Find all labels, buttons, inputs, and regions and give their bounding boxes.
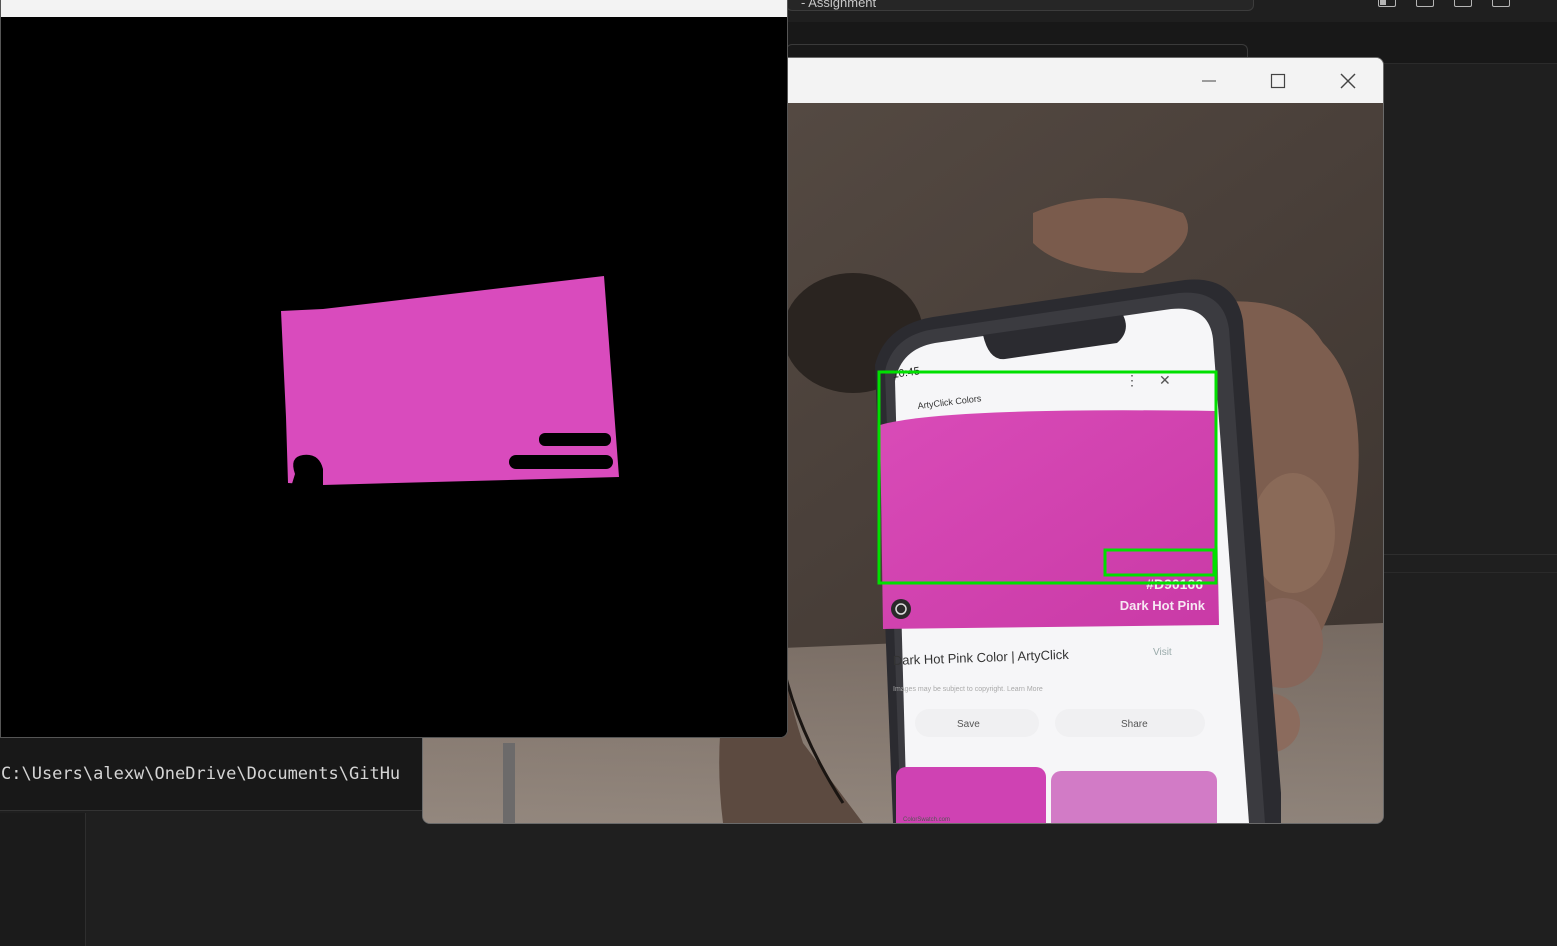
- phone-thumbnail-1: [896, 767, 1046, 823]
- panel-divider: [1384, 554, 1557, 555]
- close-button[interactable]: [1313, 58, 1383, 103]
- maximize-button[interactable]: [1243, 58, 1313, 103]
- close-icon: [1340, 73, 1356, 88]
- color-mask-image: [1, 17, 787, 737]
- phone-copyright-note: Images may be subject to copyright. Lear…: [893, 686, 1043, 693]
- command-center-search[interactable]: - Assignment: [786, 0, 1254, 11]
- minimize-icon: [1202, 80, 1216, 81]
- terminal-prompt-line: C:\Users\alexw\OneDrive\Documents\GitHu: [1, 764, 401, 784]
- terminal-panel[interactable]: C:\Users\alexw\OneDrive\Documents\GitHu: [0, 737, 430, 811]
- phone-lens-icon: [891, 599, 911, 619]
- maximize-icon: [1270, 73, 1286, 88]
- phone-thumbnail-2: [1051, 771, 1217, 823]
- line-number-gutter: [0, 813, 86, 946]
- toggle-primary-sidebar-icon[interactable]: [1378, 0, 1396, 7]
- mask-window-titlebar[interactable]: [1, 0, 787, 17]
- layout-controls: [1378, 0, 1510, 7]
- customize-layout-icon[interactable]: [1492, 0, 1510, 7]
- phone-more-icon: ⋮: [1125, 372, 1139, 388]
- panel-divider-secondary: [1384, 572, 1557, 573]
- phone-save-label: Save: [957, 719, 980, 730]
- phone-color-name: Dark Hot Pink: [1120, 598, 1206, 613]
- phone-share-label: Share: [1121, 719, 1148, 730]
- phone-visit-link: Visit: [1153, 647, 1172, 658]
- toggle-secondary-sidebar-icon[interactable]: [1454, 0, 1472, 7]
- minimize-button[interactable]: [1174, 58, 1244, 103]
- mask-output-window[interactable]: [0, 0, 788, 738]
- toggle-panel-icon[interactable]: [1416, 0, 1434, 7]
- phone-footer-source: ColorSwatch.com: [903, 817, 950, 823]
- phone-close-icon: ✕: [1159, 372, 1171, 388]
